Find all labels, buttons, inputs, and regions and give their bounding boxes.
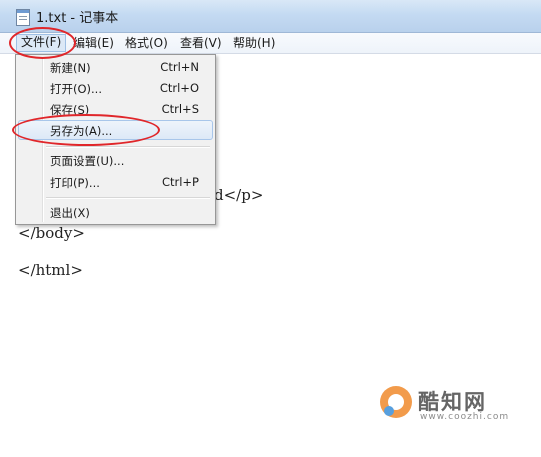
menu-item-save-as[interactable]: 另存为(A)...: [18, 120, 213, 140]
menu-item-label: 打开(O)...: [50, 82, 102, 96]
editor-line: </body>: [18, 224, 85, 242]
menu-item-label: 另存为(A)...: [50, 124, 113, 138]
menu-item-open[interactable]: 打开(O)... Ctrl+O: [18, 78, 213, 98]
menu-item-page-setup[interactable]: 页面设置(U)...: [18, 150, 213, 170]
menu-item-label: 新建(N): [50, 61, 91, 75]
menu-help[interactable]: 帮助(H): [229, 35, 279, 51]
menu-item-exit[interactable]: 退出(X): [18, 202, 213, 222]
editor-line: d</p>: [214, 186, 264, 204]
menu-item-label: 打印(P)...: [50, 176, 100, 190]
menu-item-shortcut: Ctrl+P: [161, 175, 199, 189]
menu-edit[interactable]: 编辑(E): [69, 35, 118, 51]
watermark-url: www.coozhi.com: [420, 412, 510, 422]
menu-view[interactable]: 查看(V): [176, 35, 226, 51]
menu-item-shortcut: Ctrl+O: [159, 81, 199, 95]
editor-line: </html>: [18, 261, 83, 279]
menu-item-save[interactable]: 保存(S) Ctrl+S: [18, 99, 213, 119]
menu-item-shortcut: Ctrl+S: [161, 102, 199, 116]
menu-separator: [46, 197, 210, 199]
menu-separator: [46, 146, 210, 148]
menu-item-label: 保存(S): [50, 103, 90, 117]
menu-item-label: 退出(X): [50, 206, 90, 220]
menu-item-shortcut: Ctrl+N: [160, 60, 199, 74]
menu-format[interactable]: 格式(O): [121, 35, 172, 51]
menu-item-print[interactable]: 打印(P)... Ctrl+P: [18, 172, 213, 192]
file-menu-dropdown: 新建(N) Ctrl+N 打开(O)... Ctrl+O 保存(S) Ctrl+…: [15, 54, 216, 225]
menu-item-label: 页面设置(U)...: [50, 154, 125, 168]
logo-dot-icon: [384, 406, 394, 416]
menu-bar: 文件(F) 编辑(E) 格式(O) 查看(V) 帮助(H): [0, 33, 541, 54]
menu-file[interactable]: 文件(F): [16, 34, 67, 52]
watermark-logo: 酷知网 www.coozhi.com: [380, 384, 530, 430]
title-bar: 1.txt - 记事本: [0, 0, 541, 33]
window-title: 1.txt - 记事本: [36, 11, 119, 26]
notepad-icon: [16, 9, 30, 26]
menu-item-new[interactable]: 新建(N) Ctrl+N: [18, 57, 213, 77]
